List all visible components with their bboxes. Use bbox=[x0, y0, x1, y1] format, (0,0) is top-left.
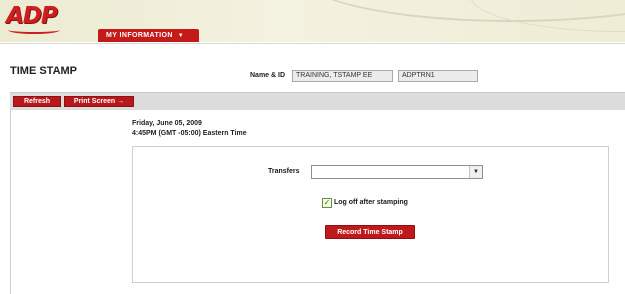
page-title: TIME STAMP bbox=[10, 65, 78, 77]
page-header: TIME STAMP Name & ID TRAINING, TSTAMP EE… bbox=[0, 43, 625, 84]
dropdown-arrow-icon[interactable]: ▼ bbox=[469, 166, 482, 178]
record-time-stamp-button[interactable]: Record Time Stamp bbox=[325, 225, 415, 239]
logoff-checkbox[interactable]: ✓ bbox=[322, 198, 332, 208]
nav-tab-my-information[interactable]: MY INFORMATION ▼ bbox=[98, 29, 199, 42]
transfers-select[interactable]: ▼ bbox=[311, 165, 483, 179]
current-datetime: Friday, June 05, 2009 4:45PM (GMT -05:00… bbox=[132, 119, 247, 139]
logoff-label: Log off after stamping bbox=[334, 199, 408, 206]
toolbar: Refresh Print Screen → bbox=[10, 92, 625, 110]
print-screen-button[interactable]: Print Screen → bbox=[64, 96, 134, 107]
logo-swoosh bbox=[8, 26, 60, 34]
app-header: ADP MY INFORMATION ▼ bbox=[0, 0, 625, 42]
caret-down-icon: ▼ bbox=[177, 32, 185, 39]
adp-logo[interactable]: ADP bbox=[6, 3, 62, 34]
current-date: Friday, June 05, 2009 bbox=[132, 120, 202, 127]
name-id-label: Name & ID bbox=[250, 72, 286, 79]
transfers-label: Transfers bbox=[268, 168, 300, 175]
content-divider bbox=[10, 109, 11, 294]
employee-id-field: ADPTRN1 bbox=[398, 70, 478, 82]
refresh-button[interactable]: Refresh bbox=[13, 96, 61, 107]
checkmark-icon: ✓ bbox=[323, 198, 331, 207]
current-time: 4:45PM (GMT -05:00) Eastern Time bbox=[132, 130, 247, 137]
employee-name-field: TRAINING, TSTAMP EE bbox=[292, 70, 393, 82]
nav-tab-label: MY INFORMATION bbox=[106, 32, 173, 39]
